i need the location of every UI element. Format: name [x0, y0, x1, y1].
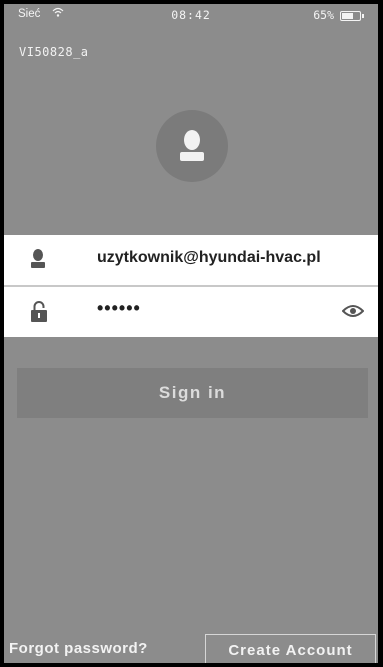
battery-percent: 65%	[313, 8, 334, 22]
user-icon	[31, 249, 45, 274]
password-field[interactable]: ••••••	[4, 287, 378, 337]
device-name: VI50828_a	[19, 45, 89, 59]
forgot-password-link[interactable]: Forgot password?	[9, 640, 148, 657]
username-field[interactable]: uzytkownik@hyundai-hvac.pl	[4, 235, 378, 285]
signin-button[interactable]: Sign in	[17, 368, 368, 418]
battery-icon	[340, 11, 361, 21]
username-value: uzytkownik@hyundai-hvac.pl	[97, 249, 321, 266]
login-screen: Sieć 08:42 65% VI50828_a uzytkownik@hyun…	[4, 4, 378, 663]
eye-icon[interactable]	[341, 304, 365, 323]
user-avatar-icon	[156, 110, 228, 182]
status-bar: Sieć 08:42 65%	[4, 4, 378, 26]
password-value: ••••••	[97, 298, 141, 318]
battery-tip	[362, 14, 364, 18]
phone-frame: Sieć 08:42 65% VI50828_a uzytkownik@hyun…	[0, 0, 383, 667]
create-account-button[interactable]: Create Account	[205, 634, 376, 663]
lock-icon	[31, 301, 47, 327]
